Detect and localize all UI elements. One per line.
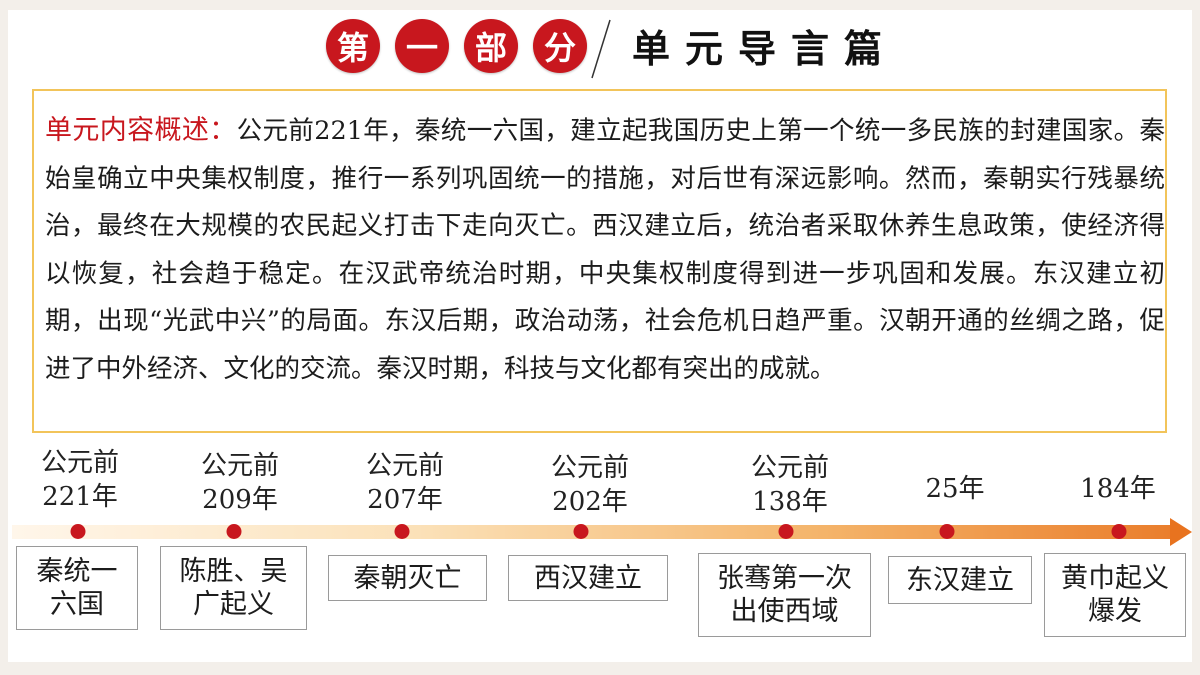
timeline-event-box: 黄巾起义 爆发 bbox=[1044, 553, 1186, 637]
header-circle-4: 分 bbox=[533, 19, 587, 73]
section-title: 单元导言篇 bbox=[632, 26, 898, 71]
timeline-dot bbox=[939, 524, 955, 539]
timeline-date: 公元前 221年 bbox=[40, 448, 120, 512]
timeline-dot bbox=[573, 524, 589, 539]
timeline-dot bbox=[70, 524, 86, 539]
header-circle-1: 第 bbox=[326, 19, 380, 73]
timeline-event-box: 陈胜、吴 广起义 bbox=[160, 546, 307, 630]
summary-box: 单元内容概述：公元前221年，秦统一六国，建立起我国历史上第一个统一多民族的封建… bbox=[32, 89, 1167, 433]
timeline-event-box: 秦朝灭亡 bbox=[328, 555, 487, 601]
timeline-dot bbox=[226, 524, 242, 539]
header-circle-3: 部 bbox=[464, 19, 518, 73]
timeline-date: 公元前 207年 bbox=[365, 451, 445, 515]
timeline-event-box: 秦统一 六国 bbox=[16, 546, 138, 630]
timeline-date: 184年 bbox=[1080, 474, 1156, 504]
header-circle-2: 一 bbox=[395, 19, 449, 73]
timeline-date: 25年 bbox=[925, 474, 985, 504]
summary-body: 公元前221年，秦统一六国，建立起我国历史上第一个统一多民族的封建国家。秦始皇确… bbox=[45, 116, 1165, 384]
timeline-dot bbox=[394, 524, 410, 539]
timeline-event-box: 东汉建立 bbox=[888, 556, 1032, 604]
timeline-bar bbox=[12, 525, 1172, 539]
summary-label: 单元内容概述： bbox=[45, 115, 237, 146]
summary-paragraph: 单元内容概述：公元前221年，秦统一六国，建立起我国历史上第一个统一多民族的封建… bbox=[45, 107, 1165, 393]
timeline-dot bbox=[1111, 524, 1127, 539]
timeline-dot bbox=[778, 524, 794, 539]
slash-divider bbox=[591, 19, 611, 79]
timeline-arrow-icon bbox=[1170, 518, 1192, 546]
timeline-date: 公元前 138年 bbox=[750, 453, 830, 517]
timeline-date: 公元前 209年 bbox=[200, 451, 280, 515]
timeline-event-box: 西汉建立 bbox=[508, 555, 668, 601]
timeline-event-box: 张骞第一次 出使西域 bbox=[698, 553, 871, 637]
timeline-date: 公元前 202年 bbox=[550, 453, 630, 517]
